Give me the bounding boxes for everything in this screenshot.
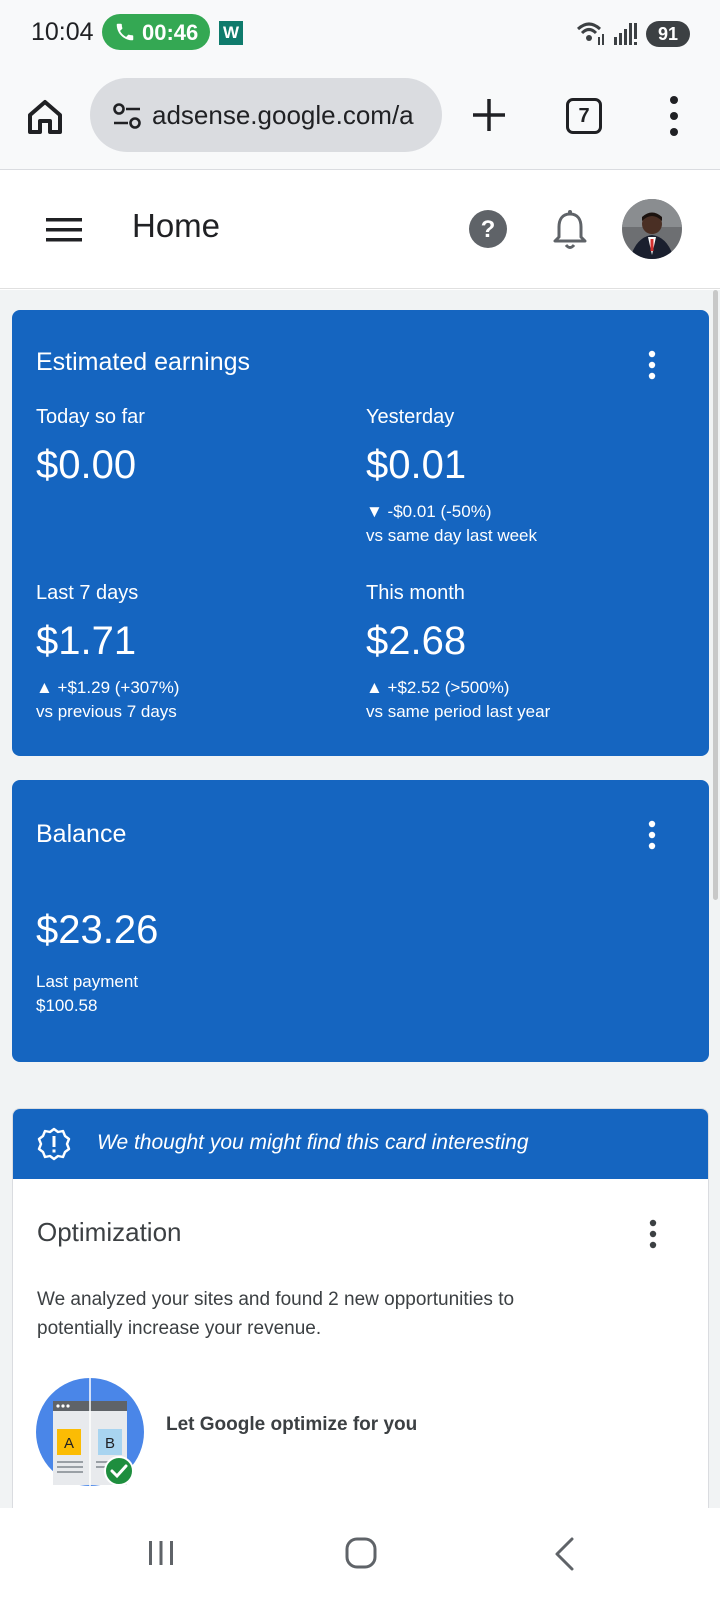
main-content[interactable]: Estimated earnings Today so far $0.00 Ye… <box>0 290 720 1508</box>
yesterday-comparison: vs same day last week <box>366 526 538 545</box>
month-comparison: vs same period last year <box>366 702 551 721</box>
bell-icon[interactable] <box>552 209 588 251</box>
more-vert-icon[interactable] <box>662 94 686 138</box>
last7-value: $1.71 <box>36 619 137 663</box>
info-alert-icon <box>37 1127 71 1161</box>
avatar[interactable] <box>622 199 682 259</box>
last7-change: ▲ +$1.29 (+307%) <box>36 678 180 697</box>
earnings-more-vert-icon[interactable] <box>646 350 658 380</box>
new-tab-plus-icon[interactable] <box>470 96 508 134</box>
last7-comparison: vs previous 7 days <box>36 702 177 721</box>
last-payment-value: $100.58 <box>36 996 98 1015</box>
optimization-more-vert-icon[interactable] <box>647 1219 659 1249</box>
call-timer-pill[interactable]: 00:46 <box>102 14 210 50</box>
menu-icon[interactable] <box>46 215 82 245</box>
status-time: 10:04 <box>31 18 94 46</box>
scrollbar[interactable] <box>713 290 718 900</box>
last7-label: Last 7 days <box>36 582 139 604</box>
back-icon[interactable] <box>552 1536 576 1572</box>
this-month: This month $2.68 ▲ +$2.52 (>500%) vs sam… <box>366 582 550 722</box>
optimization-title: Optimization <box>37 1217 182 1247</box>
estimated-earnings-card[interactable]: Estimated earnings Today so far $0.00 Ye… <box>12 310 709 756</box>
status-bar: 10:04 00:46 W 91 <box>0 0 720 66</box>
optimize-cta[interactable]: Let Google optimize for you <box>166 1414 417 1436</box>
app-header: Home ? <box>0 171 720 289</box>
balance-value: $23.26 <box>36 908 159 952</box>
yesterday: Yesterday $0.01 ▼ -$0.01 (-50%) vs same … <box>366 406 537 546</box>
notification-app-icon: W <box>219 21 243 45</box>
yesterday-label: Yesterday <box>366 406 455 428</box>
tune-icon[interactable] <box>112 102 142 130</box>
browser-toolbar: adsense.google.com/a 7 <box>0 66 720 170</box>
tab-switcher-button[interactable]: 7 <box>566 98 602 134</box>
today-so-far: Today so far $0.00 <box>36 406 145 488</box>
optimization-card[interactable]: We thought you might find this card inte… <box>12 1108 709 1508</box>
banner-text: We thought you might find this card inte… <box>97 1131 529 1154</box>
balance-card[interactable]: Balance $23.26 Last payment $100.58 <box>12 780 709 1062</box>
address-bar[interactable]: adsense.google.com/a <box>90 78 442 152</box>
last-7-days: Last 7 days $1.71 ▲ +$1.29 (+307%) vs pr… <box>36 582 179 722</box>
today-value: $0.00 <box>36 443 137 487</box>
url-text[interactable]: adsense.google.com/a <box>152 100 414 131</box>
month-change: ▲ +$2.52 (>500%) <box>366 678 510 697</box>
variant-a-label: A <box>64 1435 74 1452</box>
balance-card-title: Balance <box>36 820 127 848</box>
recommendation-banner: We thought you might find this card inte… <box>13 1109 708 1179</box>
battery-indicator: 91 <box>646 21 690 47</box>
help-icon[interactable]: ? <box>468 209 508 249</box>
call-time: 00:46 <box>142 20 199 45</box>
yesterday-value: $0.01 <box>366 443 467 487</box>
svg-text:?: ? <box>481 216 496 243</box>
variant-b-label: B <box>105 1435 115 1452</box>
page-title: Home <box>132 207 221 244</box>
earnings-card-title: Estimated earnings <box>36 348 251 376</box>
month-label: This month <box>366 582 465 604</box>
system-nav-bar <box>0 1508 720 1600</box>
ab-test-illustration: A B <box>36 1377 144 1487</box>
yesterday-change: ▼ -$0.01 (-50%) <box>366 502 492 521</box>
optimization-description: We analyzed your sites and found 2 new o… <box>37 1289 515 1339</box>
month-value: $2.68 <box>366 619 467 663</box>
last-payment-label: Last payment <box>36 972 139 991</box>
home-icon[interactable] <box>24 96 66 138</box>
today-label: Today so far <box>36 406 145 428</box>
phone-icon <box>116 23 134 41</box>
wifi-signal-icon <box>576 22 637 45</box>
home-circle-icon[interactable] <box>344 1536 378 1570</box>
recents-icon[interactable] <box>146 1538 176 1568</box>
balance-more-vert-icon[interactable] <box>646 820 658 850</box>
